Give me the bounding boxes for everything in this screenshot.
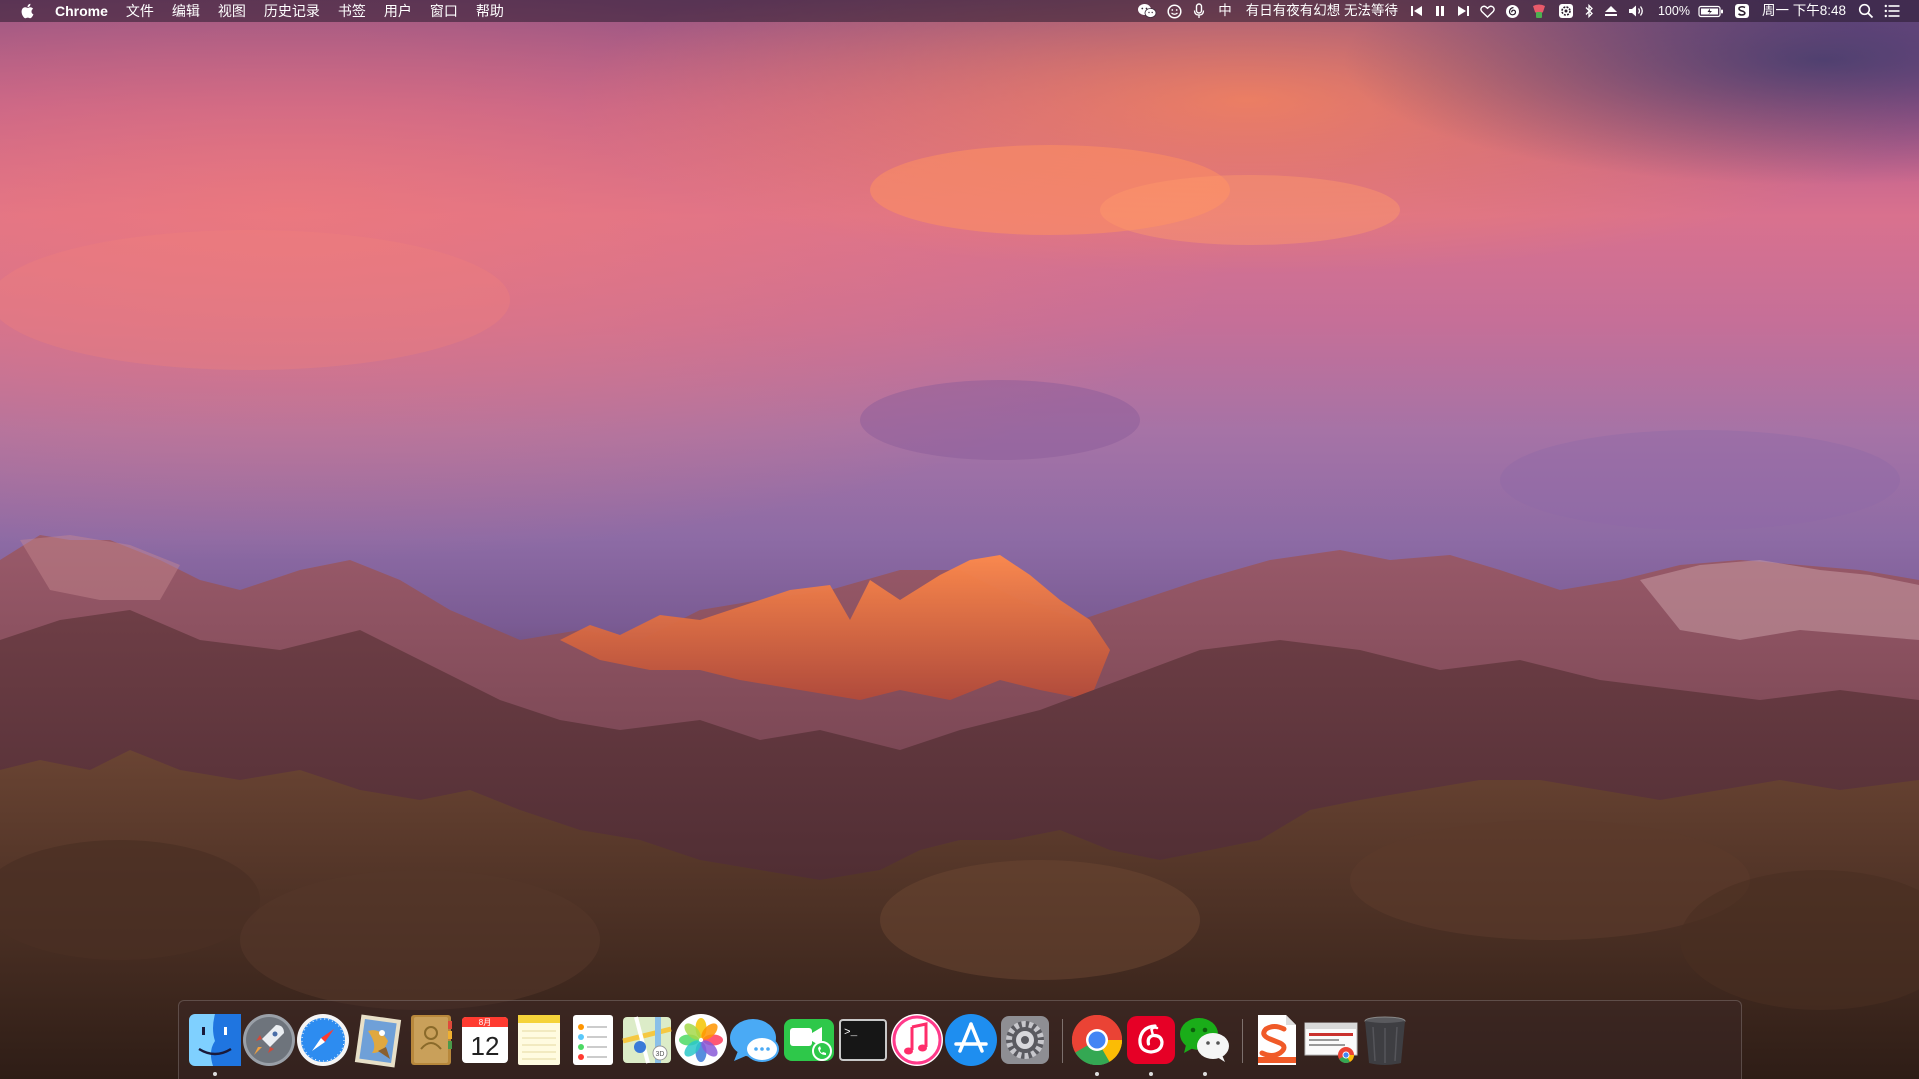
netease-music-icon[interactable] — [1122, 1011, 1180, 1076]
volume-icon[interactable] — [1623, 0, 1651, 22]
messages-icon[interactable] — [726, 1011, 784, 1069]
menu-clock[interactable]: 周一 下午8:48 — [1755, 0, 1853, 22]
menu-help[interactable]: 帮助 — [467, 0, 513, 22]
menu-window[interactable]: 窗口 — [421, 0, 467, 22]
previous-track-icon[interactable] — [1405, 0, 1429, 22]
sogou-input-icon[interactable] — [1248, 1011, 1306, 1069]
chrome-app-shortcut-icon[interactable] — [1302, 1011, 1360, 1069]
calendar-icon[interactable]: 8月 12 — [456, 1011, 514, 1069]
wechat-icon[interactable] — [1176, 1011, 1234, 1076]
calendar-day: 12 — [471, 1031, 500, 1061]
dock: 8月 12 3D >_ — [178, 1000, 1742, 1079]
mail-icon[interactable] — [348, 1011, 406, 1069]
menu-history[interactable]: 历史记录 — [255, 0, 329, 22]
battery-icon[interactable] — [1693, 0, 1729, 22]
menu-file[interactable]: 文件 — [117, 0, 163, 22]
battery-percentage[interactable]: 100% — [1651, 0, 1693, 22]
app-store-icon[interactable] — [942, 1011, 1000, 1069]
itunes-icon[interactable] — [888, 1011, 946, 1069]
next-track-icon[interactable] — [1451, 0, 1475, 22]
eject-icon[interactable] — [1599, 0, 1623, 22]
launchpad-icon[interactable] — [240, 1011, 298, 1069]
settings-tray-icon[interactable] — [1553, 0, 1579, 22]
menu-view[interactable]: 视图 — [209, 0, 255, 22]
svg-text:3D: 3D — [656, 1051, 665, 1058]
wechat-tray-icon[interactable] — [1132, 0, 1162, 22]
microphone-tray-icon[interactable] — [1187, 0, 1211, 22]
notification-center-icon[interactable] — [1879, 0, 1905, 22]
dock-separator — [1062, 1019, 1063, 1063]
system-preferences-icon[interactable] — [996, 1011, 1054, 1069]
terminal-icon[interactable]: >_ — [834, 1011, 892, 1069]
dock-separator — [1242, 1019, 1243, 1063]
menu-edit[interactable]: 编辑 — [163, 0, 209, 22]
vpn-shield-tray-icon[interactable] — [1525, 0, 1553, 22]
spotlight-search-icon[interactable] — [1853, 0, 1879, 22]
pause-icon[interactable] — [1429, 0, 1451, 22]
menu-bookmarks[interactable]: 书签 — [329, 0, 375, 22]
emoji-tray-icon[interactable] — [1162, 0, 1187, 22]
trash-icon[interactable] — [1356, 1011, 1414, 1069]
input-method-indicator[interactable]: 中 — [1211, 0, 1239, 22]
netease-music-tray-icon[interactable] — [1500, 0, 1525, 22]
maps-icon[interactable]: 3D — [618, 1011, 676, 1069]
apple-menu-icon[interactable] — [0, 0, 46, 22]
facetime-icon[interactable] — [780, 1011, 838, 1069]
notes-icon[interactable] — [510, 1011, 568, 1069]
heart-icon[interactable] — [1475, 0, 1500, 22]
finder-icon[interactable] — [186, 1011, 244, 1076]
bluetooth-icon[interactable] — [1579, 0, 1599, 22]
mountain-scene — [0, 0, 1919, 1079]
running-indicator — [1203, 1072, 1207, 1076]
safari-icon[interactable] — [294, 1011, 352, 1069]
chrome-icon[interactable] — [1068, 1011, 1126, 1076]
now-playing-text[interactable]: 有日有夜有幻想 无法等待 — [1239, 0, 1405, 22]
desktop-wallpaper — [0, 0, 1919, 1079]
menu-bar-left: Chrome 文件 编辑 视图 历史记录 书签 用户 窗口 帮助 — [0, 0, 513, 22]
photos-icon[interactable] — [672, 1011, 730, 1069]
menu-people[interactable]: 用户 — [375, 0, 421, 22]
menu-bar: Chrome 文件 编辑 视图 历史记录 书签 用户 窗口 帮助 中 有日有夜有… — [0, 0, 1919, 22]
contacts-icon[interactable] — [402, 1011, 460, 1069]
menu-app-name[interactable]: Chrome — [46, 0, 117, 22]
sogou-input-tray-icon[interactable] — [1729, 0, 1755, 22]
running-indicator — [1095, 1072, 1099, 1076]
calendar-month: 8月 — [479, 1018, 491, 1027]
menu-bar-right: 中 有日有夜有幻想 无法等待 100% 周一 下午8:48 — [1132, 0, 1919, 22]
running-indicator — [1149, 1072, 1153, 1076]
running-indicator — [213, 1072, 217, 1076]
svg-text:>_: >_ — [844, 1027, 858, 1039]
reminders-icon[interactable] — [564, 1011, 622, 1069]
